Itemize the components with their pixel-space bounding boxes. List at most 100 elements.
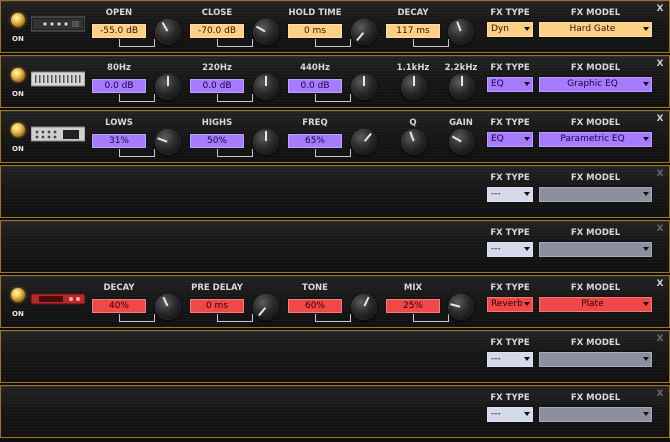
param-value-field[interactable]: 117 ms	[385, 23, 441, 39]
param-value-field[interactable]: 31%	[91, 133, 147, 149]
param-knob[interactable]	[351, 19, 377, 45]
param-knob[interactable]	[253, 19, 279, 45]
close-icon[interactable]: X	[655, 334, 665, 344]
param-label: 2.2kHz	[444, 63, 478, 73]
fx-type-select[interactable]: EQ	[486, 131, 534, 148]
fx-slot-7-empty: FX TYPE FX MODEL --- X	[0, 330, 670, 383]
param-knob[interactable]	[155, 129, 181, 155]
chevron-down-icon	[524, 137, 530, 141]
param-knob[interactable]	[449, 74, 475, 100]
fx-model-select[interactable]: Plate	[538, 296, 653, 313]
param-label: HIGHS	[201, 118, 233, 128]
fx-type-label: FX TYPE	[490, 8, 530, 18]
fx-rack: ON OPEN -55.0 dB CLOSE -70.0 dB HOLD TIM…	[0, 0, 670, 442]
param-value-field[interactable]: -55.0 dB	[91, 23, 147, 39]
fx-type-value: ---	[491, 244, 501, 254]
param-knob[interactable]	[155, 74, 181, 100]
param-knob[interactable]	[155, 294, 181, 320]
fx-type-label: FX TYPE	[490, 173, 530, 183]
fx-model-value: Plate	[581, 299, 604, 309]
chevron-down-icon	[524, 192, 530, 196]
fx-model-label: FX MODEL	[570, 228, 621, 238]
fx-type-label: FX TYPE	[490, 63, 530, 73]
param-bracket	[315, 39, 351, 47]
param-bracket	[119, 314, 155, 322]
param-value-field[interactable]: 0.0 dB	[91, 78, 147, 94]
fx-model-select[interactable]	[538, 241, 653, 258]
power-on-label: ON	[12, 145, 24, 153]
param-value-field[interactable]: 25%	[385, 298, 441, 314]
power-button[interactable]	[11, 123, 25, 137]
fx-type-select[interactable]: ---	[486, 186, 534, 203]
fx-model-select[interactable]	[538, 186, 653, 203]
close-icon[interactable]: X	[655, 4, 665, 14]
param-knob[interactable]	[351, 129, 377, 155]
plate-reverb-unit-icon	[31, 293, 85, 305]
param-value-field[interactable]: 0.0 dB	[287, 78, 343, 94]
param-label: GAIN	[449, 118, 473, 128]
param-value-field[interactable]: 50%	[189, 133, 245, 149]
fx-model-select[interactable]	[538, 406, 653, 423]
param-value-field[interactable]: 65%	[287, 133, 343, 149]
fx-model-select[interactable]: Hard Gate	[538, 21, 653, 38]
param-bracket	[217, 94, 253, 102]
param-knob[interactable]	[155, 19, 181, 45]
fx-type-select[interactable]: Reverb	[486, 296, 534, 313]
param-value-field[interactable]: 0 ms	[189, 298, 245, 314]
param-value-field[interactable]: 60%	[287, 298, 343, 314]
fx-slot-1: ON OPEN -55.0 dB CLOSE -70.0 dB HOLD TIM…	[0, 0, 670, 53]
param-knob[interactable]	[253, 74, 279, 100]
param-knob[interactable]	[351, 74, 377, 100]
param-label: Q	[409, 118, 417, 128]
close-icon[interactable]: X	[655, 114, 665, 124]
param-value-field[interactable]: -70.0 dB	[189, 23, 245, 39]
param-label: TONE	[302, 283, 328, 293]
param-knob[interactable]	[351, 294, 377, 320]
param-knob[interactable]	[448, 294, 474, 320]
fx-type-label: FX TYPE	[490, 393, 530, 403]
close-icon[interactable]: X	[655, 59, 665, 69]
param-knob[interactable]	[449, 129, 475, 155]
close-icon[interactable]: X	[655, 169, 665, 179]
param-bracket	[119, 39, 155, 47]
param-knob[interactable]	[401, 129, 427, 155]
param-bracket	[315, 314, 351, 322]
chevron-down-icon	[524, 27, 530, 31]
fx-type-select[interactable]: ---	[486, 241, 534, 258]
close-icon[interactable]: X	[655, 389, 665, 399]
param-knob[interactable]	[448, 19, 474, 45]
fx-model-select[interactable]: Graphic EQ	[538, 76, 653, 93]
fx-type-select[interactable]: ---	[486, 351, 534, 368]
fx-type-label: FX TYPE	[490, 338, 530, 348]
fx-model-select[interactable]: Parametric EQ	[538, 131, 653, 148]
graphic-eq-unit-icon	[31, 71, 85, 87]
param-knob[interactable]	[253, 129, 279, 155]
param-value-field[interactable]: 40%	[91, 298, 147, 314]
param-bracket	[413, 39, 449, 47]
fx-type-select[interactable]: Dyn	[486, 21, 534, 38]
power-on-label: ON	[12, 310, 24, 318]
param-label: HOLD TIME	[288, 8, 342, 18]
fx-type-select[interactable]: ---	[486, 406, 534, 423]
param-label: DECAY	[103, 283, 135, 293]
param-label: OPEN	[105, 8, 133, 18]
fx-type-value: EQ	[491, 79, 504, 89]
param-knob[interactable]	[401, 74, 427, 100]
close-icon[interactable]: X	[655, 279, 665, 289]
param-bracket	[119, 94, 155, 102]
param-value-field[interactable]: 0 ms	[287, 23, 343, 39]
power-button[interactable]	[11, 13, 25, 27]
chevron-down-icon	[524, 357, 530, 361]
fx-slot-4-empty: FX TYPE FX MODEL --- X	[0, 165, 670, 218]
fx-type-select[interactable]: EQ	[486, 76, 534, 93]
param-knob[interactable]	[253, 294, 279, 320]
fx-model-label: FX MODEL	[570, 173, 621, 183]
param-value-field[interactable]: 0.0 dB	[189, 78, 245, 94]
power-button[interactable]	[11, 288, 25, 302]
parametric-eq-unit-icon	[31, 126, 85, 142]
power-button[interactable]	[11, 68, 25, 82]
fx-slot-6: ON DECAY 40% PRE DELAY 0 ms TONE 60% MIX…	[0, 275, 670, 328]
fx-model-select[interactable]	[538, 351, 653, 368]
close-icon[interactable]: X	[655, 224, 665, 234]
param-bracket	[217, 149, 253, 157]
